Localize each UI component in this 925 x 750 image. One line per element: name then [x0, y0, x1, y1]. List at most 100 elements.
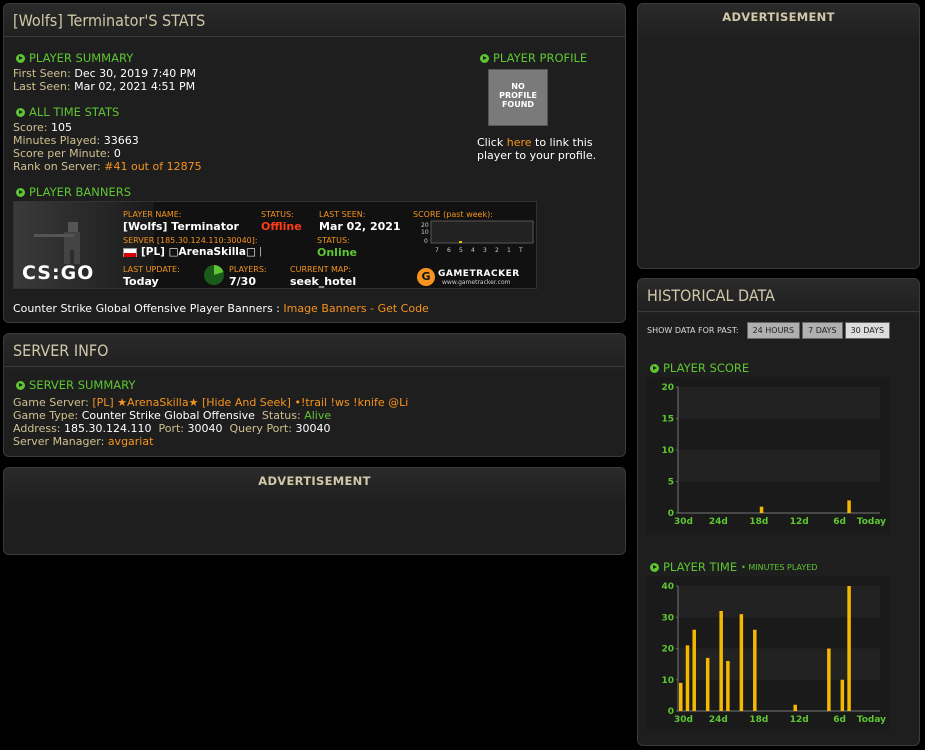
chart-bar: [719, 611, 723, 711]
chart-bar: [679, 682, 683, 711]
soldier-silhouette-icon: [34, 222, 80, 264]
advertisement-label: ADVERTISEMENT: [722, 10, 835, 24]
x-tick-label: 18d: [749, 517, 768, 527]
x-tick-label: 30d: [674, 517, 693, 527]
play-bullet-icon: [16, 187, 25, 197]
mini-x-label: 6: [447, 247, 451, 254]
banner-server-status-label: STATUS:: [317, 236, 350, 245]
period-7d-button[interactable]: 7 DAYS: [802, 322, 843, 339]
profile-link-text-2: player to your profile.: [477, 149, 597, 162]
banner-server-name: [PL] □ArenaSkilla□ [Hide And S...: [141, 246, 261, 258]
banner-mini-chart: 20 10 0 7 6 5 4 3 2 1 T: [421, 220, 534, 254]
x-tick-label: 24d: [709, 517, 728, 527]
mini-x-label: 5: [459, 247, 463, 254]
play-bullet-icon: [480, 53, 489, 63]
mini-x-label: 1: [507, 247, 511, 254]
mini-x-label: 4: [471, 247, 475, 254]
gametracker-logo-icon: G: [417, 268, 435, 286]
mini-bar: [459, 241, 462, 243]
mini-x-label: 7: [435, 247, 439, 254]
page-title: [Wolfs] Terminator'S STATS: [4, 4, 625, 37]
banner-players-label: PLAYERS:: [229, 265, 267, 274]
gametracker-url: www.gametracker.com: [442, 279, 511, 286]
banner-last-seen-label: LAST SEEN:: [319, 210, 366, 219]
mini-x-label: 2: [495, 247, 499, 254]
banner-player-name: [Wolfs] Terminator: [123, 220, 239, 233]
x-tick-label: Today: [857, 517, 886, 527]
chart-bar: [705, 657, 710, 711]
player-banner[interactable]: CS:GO PLAYER NAME: [Wolfs] Terminator ST…: [13, 201, 537, 289]
player-time-chart: 01020304030d 24d 18d 12d 6d Today: [646, 576, 890, 731]
play-bullet-icon: [16, 53, 25, 63]
chart-bar: [827, 648, 831, 711]
grid-band: [678, 450, 880, 482]
player-profile-heading: PLAYER PROFILE: [480, 51, 587, 65]
game-type-row: Game Type: Counter Strike Global Offensi…: [13, 409, 332, 422]
banner-map-label: CURRENT MAP:: [290, 265, 351, 274]
server-info-title: SERVER INFO: [4, 334, 625, 367]
period-30d-button[interactable]: 30 DAYS: [844, 322, 891, 339]
y-tick-label: 20: [661, 645, 674, 655]
historical-title: HISTORICAL DATA: [638, 279, 919, 312]
player-stats-panel: [Wolfs] Terminator'S STATS PLAYER SUMMAR…: [3, 3, 626, 323]
image-banners-link[interactable]: Image Banners: [283, 302, 366, 315]
banner-players: 7/30: [229, 275, 256, 288]
banner-score-label: SCORE (past week):: [413, 210, 493, 219]
get-code-link[interactable]: Get Code: [378, 302, 429, 315]
player-banners-heading: PLAYER BANNERS: [16, 185, 131, 199]
chart-bar: [739, 614, 744, 711]
rank-row: Rank on Server: #41 out of 12875: [13, 160, 202, 173]
play-bullet-icon: [650, 363, 659, 373]
y-tick-label: 40: [661, 582, 674, 592]
profile-here-link[interactable]: here: [507, 136, 532, 149]
banner-player-name-label: PLAYER NAME:: [123, 210, 182, 219]
chart-bar: [847, 500, 851, 513]
chart-bar: [692, 629, 696, 711]
no-profile-text: PROFILE: [499, 91, 537, 100]
period-selector: SHOW DATA FOR PAST: 24 HOURS 7 DAYS 30 D…: [647, 322, 892, 339]
play-bullet-icon: [16, 380, 25, 390]
game-server-row: Game Server: [PL] ★ArenaSkilla★ [Hide An…: [13, 396, 409, 409]
period-24h-button[interactable]: 24 HOURS: [746, 322, 801, 339]
player-time-subtitle: • MINUTES PLAYED: [741, 562, 818, 572]
x-tick-label: 6d: [833, 715, 846, 725]
x-tick-label: Today: [857, 715, 886, 725]
banner-status-label: STATUS:: [261, 210, 294, 219]
mini-y-label: 0: [424, 238, 428, 245]
x-tick-label: 24d: [709, 715, 728, 725]
score-row: Score: 105: [13, 121, 73, 134]
banner-last-update-label: LAST UPDATE:: [123, 265, 180, 274]
advertisement-right: ADVERTISEMENT: [637, 3, 920, 269]
grid-band: [678, 387, 880, 419]
server-manager-link[interactable]: avgariat: [108, 435, 154, 448]
address-row: Address: 185.30.124.110 Port: 30040 Quer…: [13, 422, 331, 435]
mini-x-label: T: [518, 247, 523, 254]
all-time-stats-heading: ALL TIME STATS: [16, 105, 119, 119]
banner-map: seek_hotel: [290, 275, 357, 288]
poland-flag-icon: [123, 248, 137, 257]
banner-status: Offline: [261, 220, 302, 233]
rank-link[interactable]: #41 out of 12875: [104, 160, 201, 173]
server-status: Alive: [304, 409, 332, 422]
banner-server-label: SERVER [185.30.124.110:30040]:: [123, 236, 258, 245]
x-tick-label: 30d: [674, 715, 693, 725]
advertisement-bottom: ADVERTISEMENT: [3, 467, 626, 555]
chart-bar: [685, 645, 690, 711]
game-server-link[interactable]: [PL] ★ArenaSkilla★ [Hide And Seek] •!tra…: [92, 396, 408, 409]
banner-last-update: Today: [123, 275, 159, 288]
x-tick-label: 18d: [749, 715, 768, 725]
y-tick-label: 15: [661, 415, 674, 425]
manager-row: Server Manager: avgariat: [13, 435, 154, 448]
chart-bar: [840, 679, 845, 711]
advertisement-label: ADVERTISEMENT: [258, 474, 371, 488]
x-tick-label: 12d: [790, 517, 809, 527]
minutes-row: Minutes Played: 33663: [13, 134, 139, 147]
gametracker-brand: GAMETRACKER: [438, 269, 520, 279]
chart-bar: [793, 704, 797, 711]
show-data-label: SHOW DATA FOR PAST:: [647, 326, 739, 335]
banner-footer: Counter Strike Global Offensive Player B…: [13, 302, 429, 315]
player-summary-heading: PLAYER SUMMARY: [16, 51, 133, 65]
spm-row: Score per Minute: 0: [13, 147, 121, 160]
player-score-heading: PLAYER SCORE: [650, 361, 749, 375]
csgo-logo: CS:GO: [22, 262, 95, 284]
